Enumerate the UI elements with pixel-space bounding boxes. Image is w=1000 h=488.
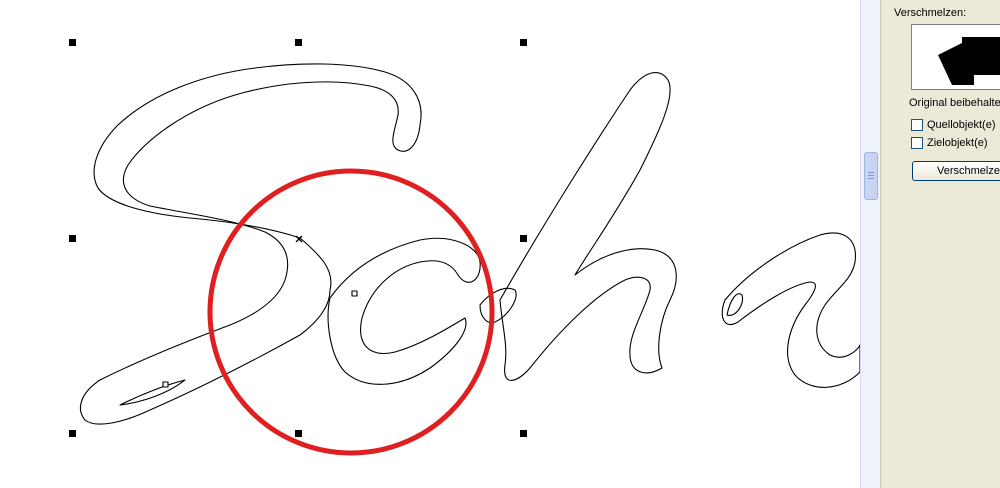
merge-arrow-icon	[938, 37, 1000, 85]
merge-preview	[911, 24, 1000, 90]
curve-node-1	[351, 290, 358, 297]
drawing-canvas[interactable]	[0, 0, 860, 488]
letter-r-outline	[721, 232, 860, 388]
merge-button[interactable]: Verschmelzen	[912, 161, 1000, 181]
selection-handle-bottom-left[interactable]	[69, 430, 76, 437]
letter-h-outline	[499, 72, 677, 381]
curve-node-2	[162, 381, 169, 388]
selection-handle-bottom-right[interactable]	[520, 430, 527, 437]
letter-s-outline	[80, 63, 422, 425]
keep-original-label: Original beibehalte	[909, 97, 1000, 109]
selection-handle-bottom-center[interactable]	[295, 430, 302, 437]
letter-connector-outline	[479, 287, 517, 324]
vertical-scrollbar[interactable]	[860, 0, 880, 488]
shaping-docker-panel: Verschmelzen: Original beibehalte Quello…	[880, 0, 1000, 488]
signature-outline-artwork[interactable]	[0, 0, 860, 488]
source-object-label: Quellobjekt(e)	[927, 119, 996, 131]
letter-r-inner-loop	[726, 293, 744, 316]
letter-c-outline	[327, 237, 481, 385]
highlight-circle	[207, 168, 495, 456]
scrollbar-thumb[interactable]	[864, 152, 878, 200]
selection-handle-top-left[interactable]	[69, 39, 76, 46]
section-title: Verschmelzen:	[894, 7, 967, 19]
selection-handle-middle-left[interactable]	[69, 235, 76, 242]
target-object-label: Zielobjekt(e)	[927, 137, 988, 149]
selection-handle-top-right[interactable]	[520, 39, 527, 46]
target-object-checkbox[interactable]	[911, 137, 923, 149]
source-object-checkbox[interactable]	[911, 119, 923, 131]
selection-handle-top-center[interactable]	[295, 39, 302, 46]
letter-s-inner-loop	[119, 379, 186, 406]
selection-handle-middle-right[interactable]	[520, 235, 527, 242]
